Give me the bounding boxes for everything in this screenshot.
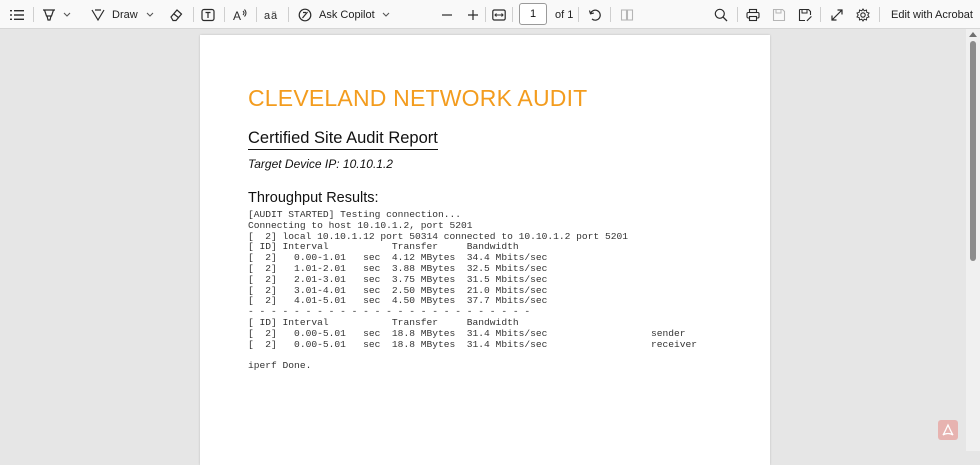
translate-icon: aä bbox=[264, 8, 280, 22]
toolbar-separator bbox=[193, 7, 194, 22]
search-icon bbox=[714, 8, 728, 22]
highlight-dropdown[interactable] bbox=[63, 0, 71, 29]
printer-icon bbox=[746, 8, 760, 22]
search-button[interactable] bbox=[714, 0, 728, 29]
draw-dropdown[interactable] bbox=[146, 0, 154, 29]
zoom-out-button[interactable] bbox=[441, 0, 453, 29]
document-title: CLEVELAND NETWORK AUDIT bbox=[248, 85, 588, 111]
toolbar-separator bbox=[256, 7, 257, 22]
draw-button[interactable]: Draw bbox=[91, 0, 138, 29]
fit-page-button[interactable] bbox=[492, 0, 506, 29]
save-icon bbox=[772, 8, 786, 22]
page-total-label: of 1 bbox=[555, 8, 574, 21]
svg-text:ä: ä bbox=[271, 10, 278, 22]
toolbar-separator bbox=[578, 7, 579, 22]
toolbar-separator bbox=[512, 7, 513, 22]
page-total: of 1 bbox=[555, 0, 573, 29]
two-page-icon bbox=[620, 8, 634, 22]
expand-icon bbox=[830, 8, 844, 22]
save-as-icon bbox=[798, 8, 812, 22]
print-button[interactable] bbox=[746, 0, 760, 29]
pdf-page: CLEVELAND NETWORK AUDIT Certified Site A… bbox=[200, 35, 770, 465]
add-text-button[interactable] bbox=[201, 0, 215, 29]
toolbar-separator bbox=[485, 7, 486, 22]
document-viewer[interactable]: CLEVELAND NETWORK AUDIT Certified Site A… bbox=[0, 29, 980, 465]
toolbar-separator bbox=[224, 7, 225, 22]
fit-width-icon bbox=[492, 8, 506, 21]
copilot-icon bbox=[298, 8, 312, 22]
svg-text:A: A bbox=[233, 9, 241, 22]
rotate-button[interactable] bbox=[588, 0, 602, 29]
plus-icon bbox=[467, 9, 479, 21]
scroll-thumb[interactable] bbox=[970, 41, 976, 261]
zoom-in-button[interactable] bbox=[467, 0, 479, 29]
console-output: [AUDIT STARTED] Testing connection... Co… bbox=[248, 209, 698, 372]
target-device-ip: Target Device IP: 10.10.1.2 bbox=[248, 157, 393, 171]
read-aloud-icon: A bbox=[233, 8, 248, 22]
toolbar-separator bbox=[288, 7, 289, 22]
section-heading: Throughput Results: bbox=[248, 190, 379, 206]
edit-with-acrobat-label: Edit with Acrobat bbox=[891, 8, 973, 21]
rotate-icon bbox=[588, 8, 602, 22]
draw-label: Draw bbox=[112, 8, 138, 21]
save-as-button[interactable] bbox=[798, 0, 812, 29]
highlighter-icon bbox=[42, 8, 56, 22]
vertical-scrollbar[interactable] bbox=[966, 29, 980, 451]
scroll-up-arrow[interactable] bbox=[969, 32, 977, 37]
erase-button[interactable] bbox=[169, 0, 183, 29]
pdf-toolbar: Draw A aä Ask Copilot 1 of 1 Edit with A… bbox=[0, 0, 980, 29]
ask-copilot-label: Ask Copilot bbox=[319, 8, 375, 21]
toolbar-separator bbox=[33, 7, 34, 22]
chevron-down-icon bbox=[63, 12, 71, 18]
gear-icon bbox=[856, 7, 870, 22]
chevron-down-icon bbox=[146, 12, 154, 18]
page-number-input[interactable]: 1 bbox=[519, 3, 547, 25]
toolbar-separator bbox=[737, 7, 738, 22]
toolbar-separator bbox=[820, 7, 821, 22]
list-icon[interactable] bbox=[10, 0, 24, 29]
toolbar-separator bbox=[879, 7, 880, 22]
eraser-icon bbox=[169, 8, 183, 22]
translate-button[interactable]: aä bbox=[264, 0, 280, 29]
document-subtitle: Certified Site Audit Report bbox=[248, 129, 438, 150]
pen-icon bbox=[91, 8, 105, 22]
settings-button[interactable] bbox=[856, 0, 870, 29]
highlight-button[interactable] bbox=[42, 0, 56, 29]
svg-text:a: a bbox=[264, 10, 271, 22]
ask-copilot-button[interactable]: Ask Copilot bbox=[298, 0, 390, 29]
toolbar-separator bbox=[610, 7, 611, 22]
fullscreen-button[interactable] bbox=[830, 0, 844, 29]
edit-with-acrobat-button[interactable]: Edit with Acrobat bbox=[891, 0, 973, 29]
text-box-icon bbox=[201, 8, 215, 22]
chevron-down-icon bbox=[382, 12, 390, 18]
acrobat-icon[interactable] bbox=[938, 420, 958, 440]
minus-icon bbox=[441, 9, 453, 21]
save-button[interactable] bbox=[772, 0, 786, 29]
page-view-button[interactable] bbox=[620, 0, 634, 29]
read-aloud-button[interactable]: A bbox=[233, 0, 248, 29]
